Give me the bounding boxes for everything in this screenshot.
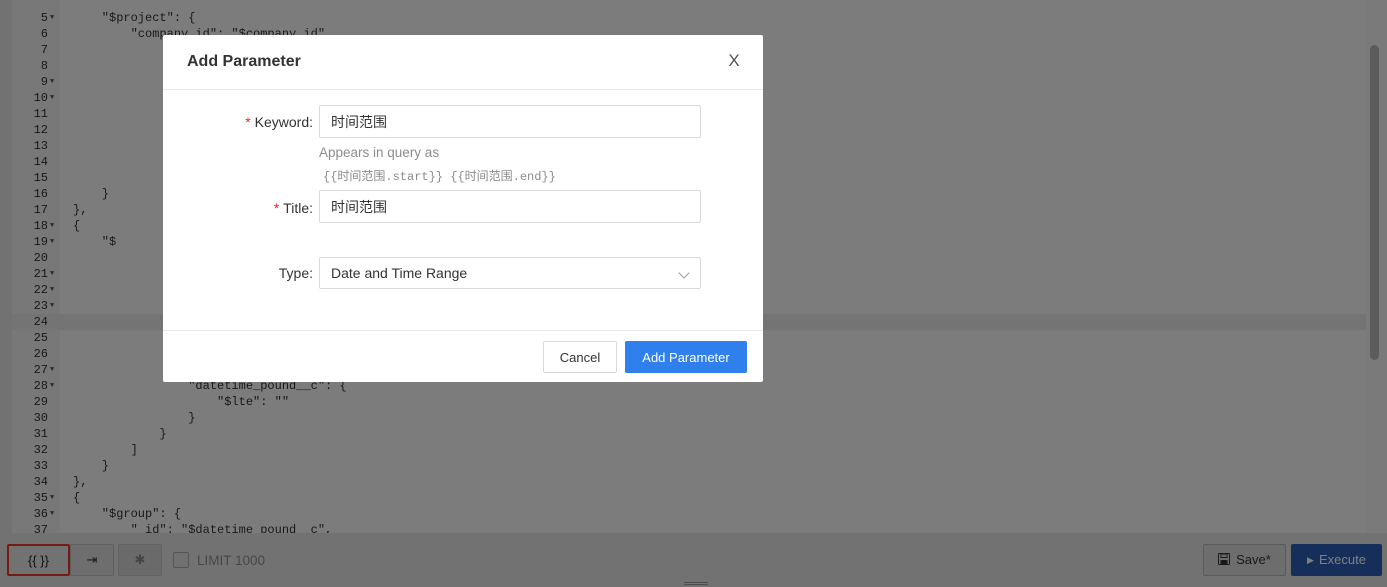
add-parameter-dialog: Add Parameter X * Keyword: 时间范围 Appears i… [163, 35, 763, 382]
title-colon: : [309, 200, 313, 216]
title-label-text: Title [283, 200, 310, 216]
keyword-label-text: Keyword [254, 114, 310, 130]
type-label: Type: [223, 265, 313, 281]
type-colon: : [309, 265, 313, 281]
required-mark: * [245, 114, 251, 130]
type-select-value: Date and Time Range [331, 265, 468, 281]
type-select[interactable]: Date and Time Range [319, 257, 701, 289]
close-button[interactable]: X [719, 51, 749, 75]
add-parameter-submit-button[interactable]: Add Parameter [625, 341, 747, 373]
dialog-title: Add Parameter [187, 53, 301, 70]
keyword-help-code: {{时间范围.start}} {{时间范围.end}} [323, 170, 556, 184]
dialog-header: Add Parameter X [163, 35, 763, 90]
cancel-button[interactable]: Cancel [543, 341, 617, 373]
type-label-text: Type [278, 265, 310, 281]
title-label: * Title: [223, 200, 313, 216]
title-input[interactable]: 时间范围 [319, 190, 701, 223]
keyword-help-text: Appears in query as [319, 145, 440, 160]
keyword-input[interactable]: 时间范围 [319, 105, 701, 138]
close-icon: X [728, 51, 740, 70]
chevron-down-icon [678, 267, 690, 279]
keyword-colon: : [309, 114, 313, 130]
required-mark: * [273, 200, 280, 216]
dialog-footer: Cancel Add Parameter [163, 330, 763, 383]
keyword-label: * Keyword: [223, 114, 313, 130]
